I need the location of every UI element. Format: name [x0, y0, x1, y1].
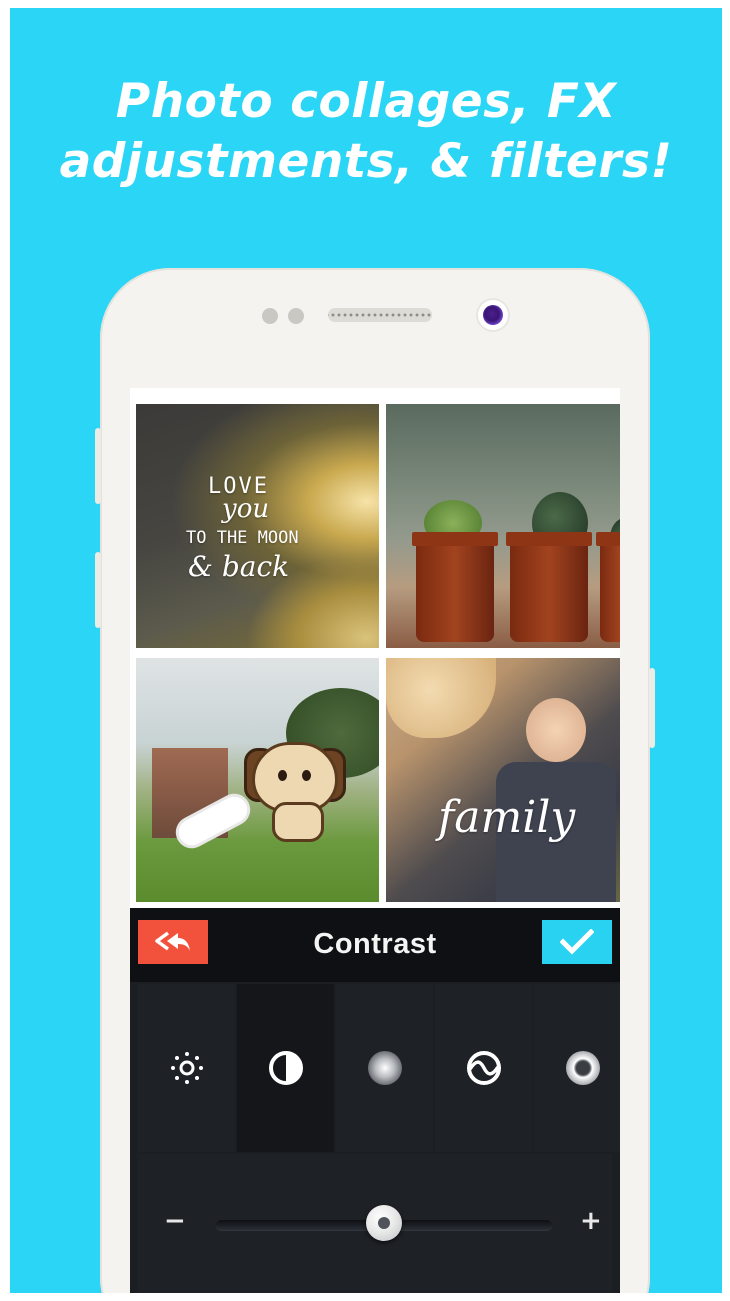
headline-line-2: adjustments, & filters!	[59, 134, 673, 189]
flower-pot	[412, 532, 498, 642]
app-screen: LOVE you TO THE MOON & back family Contr…	[130, 388, 620, 1293]
collage-tile-family[interactable]: family	[386, 658, 620, 902]
tile-text-to-the-moon: TO THE MOON	[186, 528, 299, 548]
flower-pot	[506, 532, 592, 642]
tile-text-family: family	[438, 792, 576, 843]
adjustment-tools	[138, 984, 620, 1152]
dog-eye-left	[278, 770, 287, 781]
power-button	[649, 668, 655, 748]
phone-frame: LOVE you TO THE MOON & back family Contr…	[95, 268, 655, 1293]
tool-blur[interactable]	[534, 984, 620, 1152]
tile-text-and-back: & back	[188, 550, 290, 583]
promo-background: Photo collages, FX adjustments, & filter…	[10, 8, 722, 1293]
flower-pot	[596, 532, 620, 642]
confirm-button[interactable]	[542, 920, 612, 964]
volume-up-button	[95, 428, 101, 504]
proximity-sensor	[262, 308, 278, 324]
tile-text-you: you	[222, 494, 270, 524]
tool-saturation[interactable]	[435, 984, 532, 1152]
double-back-arrow-icon	[155, 931, 190, 951]
checkmark-icon	[560, 929, 594, 955]
collage-tile-moon[interactable]: LOVE you TO THE MOON & back	[136, 404, 379, 648]
light-sensor	[288, 308, 304, 324]
blur-ring-icon	[565, 1051, 600, 1085]
vignette-icon	[367, 1051, 402, 1085]
dog-eye-right	[302, 770, 311, 781]
contrast-slider-knob[interactable]	[366, 1205, 402, 1241]
headline-line-1: Photo collages, FX	[115, 74, 617, 129]
dog-body	[272, 802, 324, 842]
collage-tile-cactus[interactable]	[386, 404, 620, 648]
tool-contrast[interactable]	[237, 984, 334, 1152]
earpiece-speaker	[328, 308, 432, 322]
collage-tile-dog[interactable]	[136, 658, 379, 902]
front-camera	[478, 300, 508, 330]
slider-minus-label: −	[164, 1206, 186, 1236]
photo-collage: LOVE you TO THE MOON & back family	[130, 388, 620, 908]
promo-headline: Photo collages, FX adjustments, & filter…	[10, 72, 722, 192]
saturation-wave-icon	[466, 1051, 501, 1085]
brightness-icon	[170, 1052, 203, 1084]
mother-hair	[386, 658, 496, 738]
slider-plus-label: +	[580, 1206, 602, 1236]
contrast-slider-panel: − +	[138, 1154, 612, 1293]
tool-brightness[interactable]	[138, 984, 235, 1152]
puppy-sticker[interactable]	[244, 742, 346, 842]
undo-button[interactable]	[138, 920, 208, 964]
volume-down-button	[95, 552, 101, 628]
contrast-icon	[268, 1051, 303, 1085]
tool-vignette[interactable]	[336, 984, 433, 1152]
adjustment-toolbar: Contrast	[130, 908, 620, 982]
baby-face	[526, 698, 586, 762]
